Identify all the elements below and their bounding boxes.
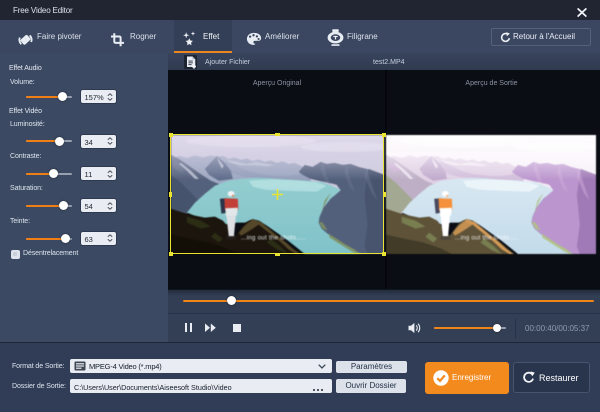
svg-text:...ing out the shots.....: ...ing out the shots..... — [454, 234, 518, 241]
